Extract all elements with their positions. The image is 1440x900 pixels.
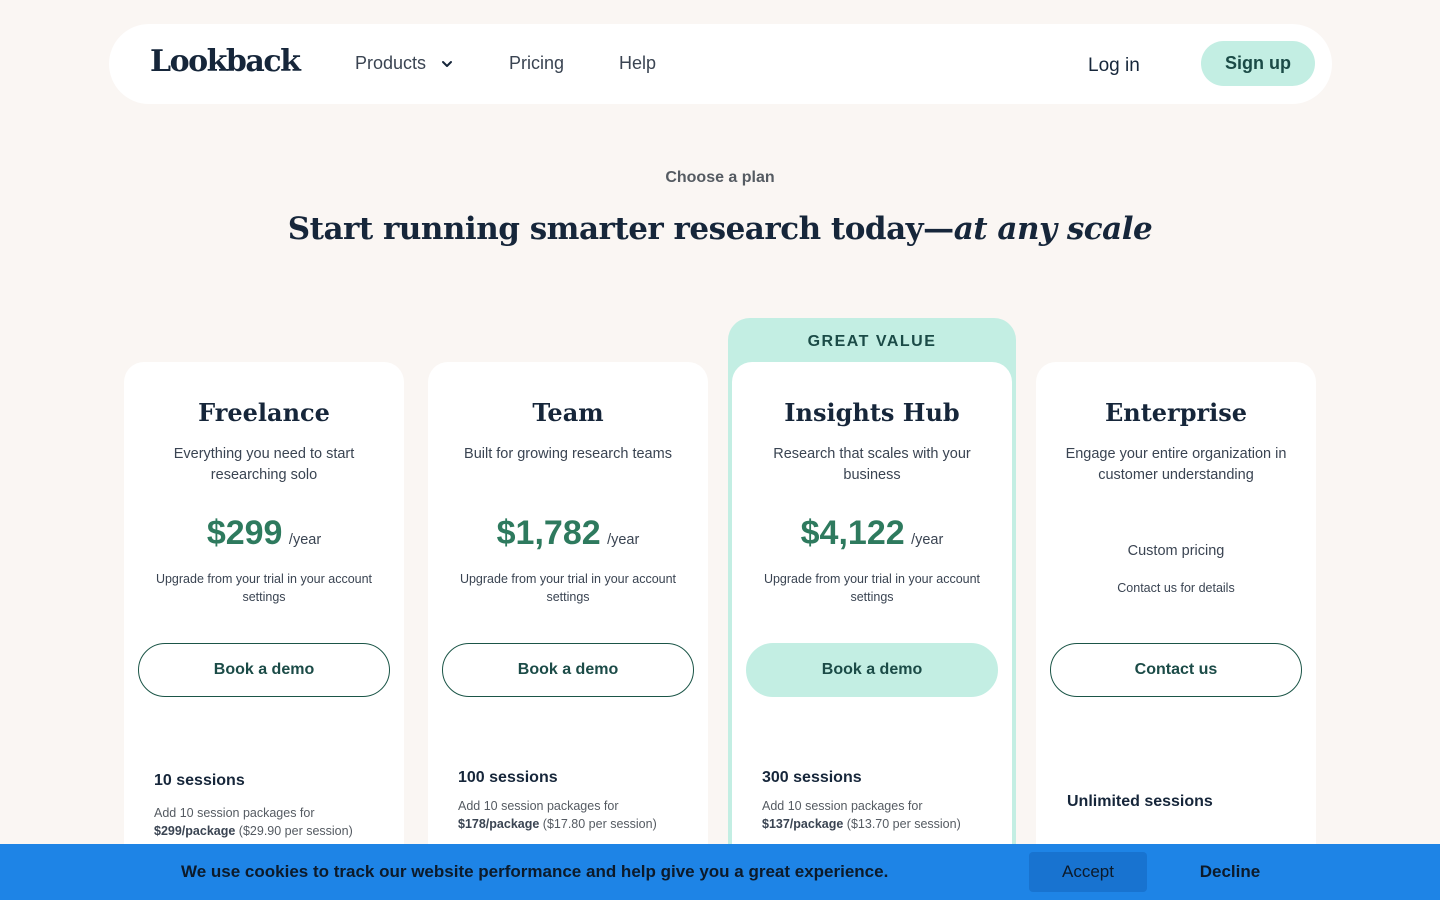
cookie-accept-button[interactable]: Accept [1029,852,1147,892]
signup-button[interactable]: Sign up [1201,41,1315,86]
addon-prefix: Add 10 session packages for [458,799,619,813]
contact-details-note: Contact us for details [1117,581,1235,595]
cookie-banner: We use cookies to track our website perf… [0,844,1440,900]
price-period: /year [288,532,322,548]
addon-price: $178/package [458,817,540,831]
sessions-count: 10 sessions [154,772,245,789]
plan-name: Enterprise [1104,398,1248,427]
custom-pricing-label: Custom pricing [1127,543,1225,559]
plan-price: $4,122 [800,514,905,552]
plan-price: $1,782 [496,514,601,552]
headline-italic: at any scale [953,211,1153,247]
plan-name: Insights Hub [784,398,960,427]
nav-pricing-link[interactable]: Pricing [509,53,564,74]
addon-per-session: ($13.70 per session) [846,817,961,831]
headline-plain: Start running smarter research today— [287,211,954,247]
plan-description: Everything you need to start researching… [173,446,355,483]
upgrade-note: Upgrade from your trial in your account … [459,572,677,604]
contact-us-button[interactable]: Contact us [1050,643,1302,697]
great-value-badge: GREAT VALUE [807,333,937,350]
plan-name: Freelance [198,398,330,427]
addon-prefix: Add 10 session packages for [762,799,923,813]
chevron-down-icon [442,60,453,67]
sessions-count: 300 sessions [762,769,862,786]
plan-description: Research that scales with your business [773,446,971,483]
cookie-decline-button[interactable]: Decline [1180,862,1280,882]
nav-products-label: Products [355,53,427,73]
session-addon-info: Add 10 session packages for $299/package… [154,804,394,840]
nav-products-menu[interactable]: Products [355,53,454,74]
sessions-count: Unlimited sessions [1067,793,1213,810]
addon-per-session: ($29.90 per session) [238,824,353,838]
book-demo-button[interactable]: Book a demo [138,643,390,697]
top-nav: Lookback Products Pricing Help Log in Si… [109,24,1332,104]
plan-card-enterprise: Enterprise Engage your entire organizati… [1036,362,1316,900]
plan-description: Built for growing research teams [464,446,672,462]
upgrade-note: Upgrade from your trial in your account … [155,572,373,604]
addon-prefix: Add 10 session packages for [154,806,315,820]
sessions-count: 100 sessions [458,769,558,786]
price-period: /year [911,532,944,548]
price-period: /year [607,532,640,548]
cookie-message: We use cookies to track our website perf… [181,862,889,881]
plan-price: $299 [206,514,283,552]
plan-card-freelance: Freelance Everything you need to start r… [124,362,404,900]
addon-price: $299/package [154,824,236,838]
plan-description: Engage your entire organization in custo… [1065,446,1287,483]
price-row: $4,122 /year [732,514,1012,553]
plan-card-team: Team Built for growing research teams $1… [428,362,708,900]
addon-per-session: ($17.80 per session) [542,817,657,831]
nav-help-link[interactable]: Help [619,53,656,74]
price-row: $299 /year [124,514,404,553]
session-addon-info: Add 10 session packages for $137/package… [762,797,1002,833]
plan-name: Team [532,398,604,427]
choose-plan-eyebrow: Choose a plan [665,169,775,186]
plan-card-insights-hub: Insights Hub Research that scales with y… [732,362,1012,900]
login-link[interactable]: Log in [1088,55,1140,77]
page-headline: Start running smarter research today—at … [0,211,1440,247]
lookback-logo[interactable]: Lookback [150,44,301,79]
price-row: $1,782 /year [428,514,708,553]
book-demo-button[interactable]: Book a demo [442,643,694,697]
upgrade-note: Upgrade from your trial in your account … [763,572,981,604]
book-demo-button[interactable]: Book a demo [746,643,998,697]
session-addon-info: Add 10 session packages for $178/package… [458,797,698,833]
addon-price: $137/package [762,817,844,831]
